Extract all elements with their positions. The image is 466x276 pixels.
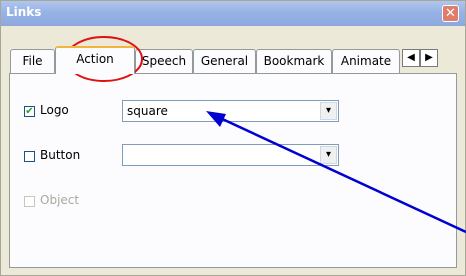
tab-file[interactable]: File [10, 49, 55, 73]
chevron-down-icon: ▾ [325, 105, 332, 116]
arrow-left-icon: ◀ [407, 52, 415, 63]
logo-label: Logo [40, 103, 69, 117]
links-dialog: Links ✕ File Action Speech General Bookm… [0, 0, 466, 276]
object-checkbox [24, 196, 35, 207]
tab-animate[interactable]: Animate [332, 49, 400, 73]
window-title: Links [6, 5, 42, 19]
object-label: Object [40, 193, 80, 207]
tab-action[interactable]: Action [55, 46, 135, 74]
logo-dropdown-arrow-button[interactable]: ▾ [320, 102, 337, 120]
tab-scroll-left-button[interactable]: ◀ [402, 49, 420, 67]
logo-dropdown-value: square [127, 104, 168, 118]
arrow-right-icon: ▶ [425, 52, 433, 63]
tab-general[interactable]: General [193, 49, 256, 73]
button-checkbox[interactable] [24, 151, 35, 162]
tab-bookmark[interactable]: Bookmark [256, 49, 332, 73]
button-dropdown-arrow-button[interactable]: ▾ [320, 146, 337, 164]
logo-dropdown[interactable]: square ▾ [122, 100, 339, 122]
close-button[interactable]: ✕ [442, 5, 459, 22]
tab-scroll-right-button[interactable]: ▶ [420, 49, 438, 67]
action-tab-panel: ✔ Logo square ▾ Button ▾ Object [9, 73, 457, 268]
check-mark-icon: ✔ [25, 106, 34, 117]
chevron-down-icon: ▾ [325, 149, 332, 160]
tab-speech[interactable]: Speech [135, 49, 193, 73]
button-label: Button [40, 148, 81, 162]
logo-checkbox[interactable]: ✔ [24, 106, 35, 117]
button-dropdown[interactable]: ▾ [122, 144, 339, 166]
title-bar: Links ✕ [1, 1, 465, 26]
close-icon: ✕ [445, 6, 456, 21]
